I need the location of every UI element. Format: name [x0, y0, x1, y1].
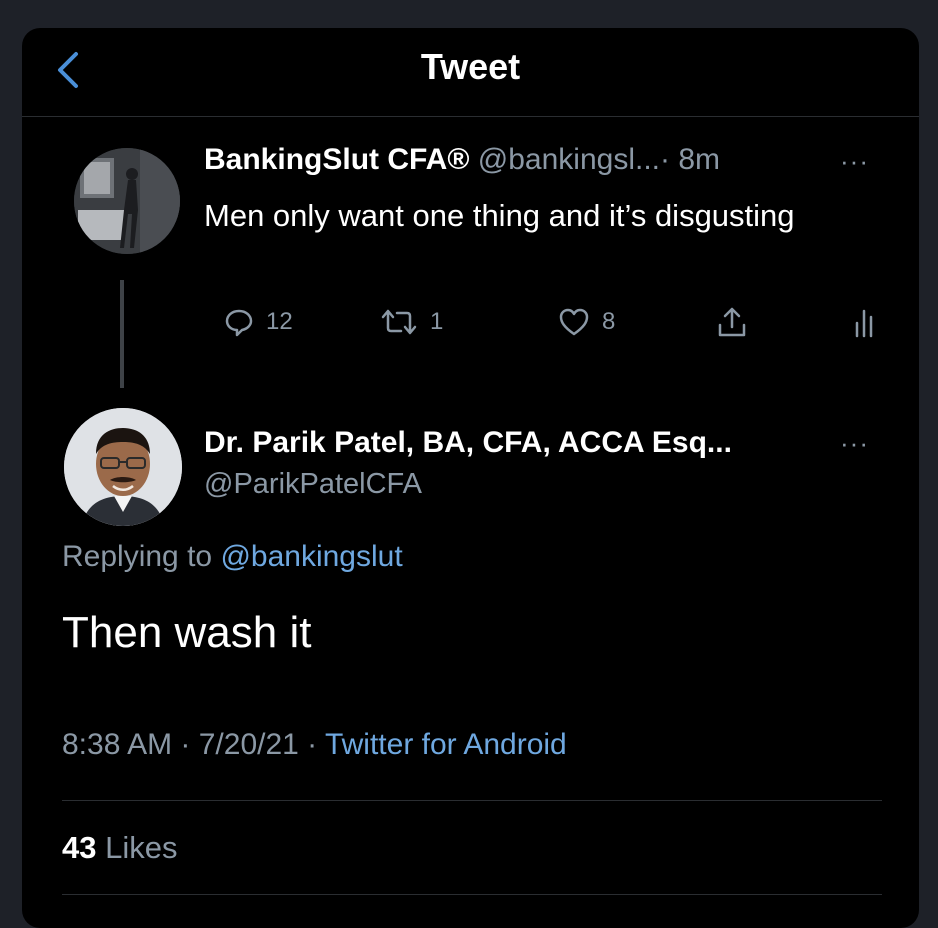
replying-to: Replying to @bankingslut [62, 540, 403, 574]
retweet-count: 1 [430, 308, 444, 335]
parent-author-name[interactable]: BankingSlut CFA® [204, 143, 469, 176]
avatar-photo [74, 148, 180, 254]
retweet-button[interactable]: 1 [380, 300, 443, 344]
retweet-icon [381, 309, 417, 335]
reply-icon [225, 309, 253, 337]
top-bar: Tweet [22, 28, 919, 118]
like-button[interactable]: 8 [558, 300, 615, 344]
thread-line [120, 280, 124, 388]
author-handle[interactable]: @ParikPatelCFA [204, 468, 422, 501]
author-name[interactable]: Dr. Parik Patel, BA, CFA, ACCA Esq... [204, 426, 732, 460]
analytics-button[interactable] [852, 300, 882, 344]
parent-author-handle[interactable]: @bankingsl... [478, 143, 660, 176]
replying-label: Replying to [62, 540, 213, 573]
tweet-date: · 7/20/21 · [180, 728, 318, 761]
parent-tweet-actions: 12 1 8 [204, 300, 884, 344]
tweet-screen: Tweet BankingSlut CFA® @bankingsl...· 8m… [22, 28, 919, 928]
parent-tweet-time: · 8m [660, 143, 721, 176]
tweet-text: Then wash it [62, 608, 312, 657]
share-button[interactable] [716, 300, 748, 344]
tweet-source-link[interactable]: Twitter for Android [325, 728, 567, 761]
avatar-photo [64, 408, 182, 526]
divider [62, 894, 882, 895]
analytics-icon [855, 309, 873, 338]
reply-button[interactable]: 12 [224, 300, 293, 344]
replying-to-link[interactable]: @bankingslut [220, 540, 402, 573]
like-count: 8 [602, 308, 616, 335]
parent-more-button[interactable]: ··· [840, 146, 869, 177]
reply-count: 12 [266, 308, 293, 335]
page-title: Tweet [420, 46, 521, 87]
share-icon [718, 307, 746, 337]
parent-tweet-header: BankingSlut CFA® @bankingsl...· 8m [204, 143, 720, 177]
tweet-meta: 8:38 AM · 7/20/21 · Twitter for Android [62, 728, 567, 762]
tweet-time: 8:38 AM [62, 728, 173, 761]
heart-icon [559, 308, 589, 336]
header-divider [22, 116, 919, 117]
parent-tweet-text: Men only want one thing and it’s disgust… [204, 198, 795, 233]
divider [62, 800, 882, 801]
likes-summary[interactable]: 43 Likes [62, 830, 177, 866]
likes-label: Likes [105, 830, 178, 865]
avatar[interactable] [74, 148, 180, 254]
likes-count: 43 [62, 830, 97, 865]
avatar[interactable] [64, 408, 182, 526]
more-button[interactable]: ··· [840, 428, 869, 459]
